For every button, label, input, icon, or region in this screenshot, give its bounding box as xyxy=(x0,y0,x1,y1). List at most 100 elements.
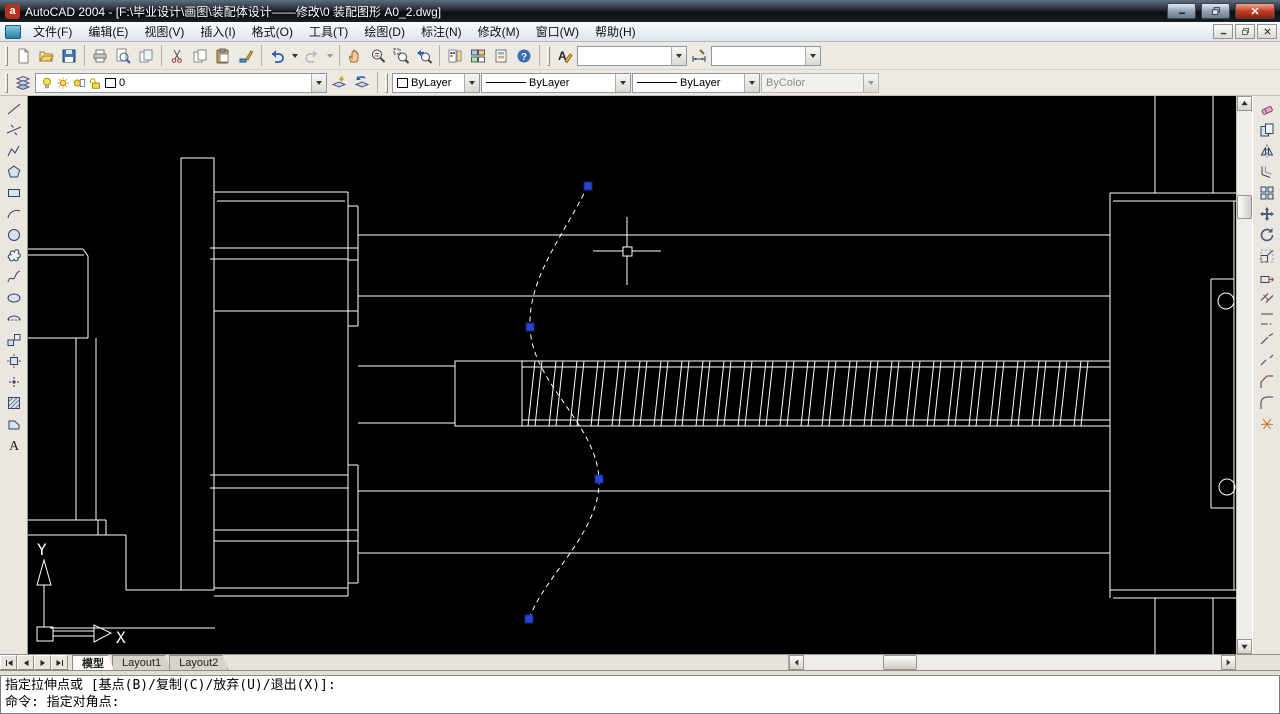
line-button[interactable] xyxy=(2,98,25,119)
tab-Layout2[interactable]: Layout2 xyxy=(169,655,228,670)
copy-button[interactable] xyxy=(189,45,211,67)
tab-nav-next-button[interactable] xyxy=(34,655,51,670)
vertical-scrollbar[interactable] xyxy=(1236,96,1252,654)
move-button[interactable] xyxy=(1255,203,1278,224)
scroll-right-button[interactable] xyxy=(1221,655,1236,670)
menu-item-9[interactable]: 窗口(W) xyxy=(528,21,587,42)
menu-item-6[interactable]: 绘图(D) xyxy=(356,21,413,42)
menu-item-0[interactable]: 文件(F) xyxy=(25,21,80,42)
dim-style-button[interactable] xyxy=(688,45,710,67)
doc-close-button[interactable] xyxy=(1257,24,1277,39)
array-button[interactable] xyxy=(1255,182,1278,203)
dim-style-dropdown-button[interactable] xyxy=(805,46,820,65)
properties-toolbar-handle[interactable] xyxy=(385,72,388,93)
circle-button[interactable] xyxy=(2,224,25,245)
bulb-icon[interactable] xyxy=(40,76,54,90)
scale-button[interactable] xyxy=(1255,245,1278,266)
trim-button[interactable] xyxy=(1255,287,1278,308)
zoom-realtime-button[interactable] xyxy=(367,45,389,67)
text-style-dropdown[interactable] xyxy=(577,45,687,66)
make-object-layer-current-button[interactable] xyxy=(328,72,350,94)
text-style-dropdown-button[interactable] xyxy=(671,46,686,65)
doc-minimize-button[interactable] xyxy=(1213,24,1233,39)
dim-style-dropdown[interactable] xyxy=(711,45,821,66)
layers-button[interactable] xyxy=(12,72,34,94)
help-button[interactable]: ? xyxy=(513,45,535,67)
vp-freeze-icon[interactable] xyxy=(72,76,86,90)
color-dropdown-button[interactable] xyxy=(464,73,479,92)
unlock-icon[interactable] xyxy=(88,76,102,90)
command-window[interactable]: 指定拉伸点或 [基点(B)/复制(C)/放弃(U)/退出(X)]: 命令: 指定… xyxy=(0,676,1280,714)
pan-button[interactable] xyxy=(344,45,366,67)
stretch-button[interactable] xyxy=(1255,266,1278,287)
paste-button[interactable] xyxy=(212,45,234,67)
drawing-canvas[interactable]: YX xyxy=(28,96,1236,654)
extend-button[interactable] xyxy=(1255,308,1278,329)
layer-dropdown-button[interactable] xyxy=(311,73,326,92)
menu-item-1[interactable]: 编辑(E) xyxy=(80,21,136,42)
rotate-button[interactable] xyxy=(1255,224,1278,245)
rectangle-button[interactable] xyxy=(2,182,25,203)
menu-item-3[interactable]: 插入(I) xyxy=(192,21,243,42)
hatch-button[interactable] xyxy=(2,392,25,413)
lineweight-dropdown[interactable]: ByLayer xyxy=(632,72,760,93)
save-button[interactable] xyxy=(58,45,80,67)
fillet-button[interactable] xyxy=(1255,392,1278,413)
menu-item-5[interactable]: 工具(T) xyxy=(301,21,356,42)
grip[interactable] xyxy=(594,474,604,484)
tab-nav-first-button[interactable] xyxy=(0,655,17,670)
horizontal-scroll-thumb[interactable] xyxy=(883,655,917,670)
tab-nav-last-button[interactable] xyxy=(51,655,68,670)
point-button[interactable] xyxy=(2,371,25,392)
menu-item-7[interactable]: 标注(N) xyxy=(413,21,470,42)
offset-button[interactable] xyxy=(1255,161,1278,182)
new-file-button[interactable] xyxy=(12,45,34,67)
doc-restore-button[interactable] xyxy=(1235,24,1255,39)
linetype-dropdown-button[interactable] xyxy=(615,73,630,92)
scroll-left-button[interactable] xyxy=(789,655,804,670)
spline-button[interactable] xyxy=(2,266,25,287)
menu-item-10[interactable]: 帮助(H) xyxy=(587,21,644,42)
layer-dropdown[interactable]: 0 xyxy=(35,72,327,93)
linetype-dropdown[interactable]: ByLayer xyxy=(481,72,631,93)
minimize-button[interactable] xyxy=(1167,3,1196,19)
insert-block-button[interactable] xyxy=(2,329,25,350)
break-button[interactable] xyxy=(1255,350,1278,371)
cut-button[interactable] xyxy=(166,45,188,67)
grip[interactable] xyxy=(524,614,534,624)
zoom-previous-button[interactable] xyxy=(413,45,435,67)
multiline-text-button[interactable]: A xyxy=(2,434,25,455)
region-button[interactable] xyxy=(2,413,25,434)
tab-Layout1[interactable]: Layout1 xyxy=(112,655,171,670)
revision-cloud-button[interactable] xyxy=(2,245,25,266)
zoom-window-button[interactable] xyxy=(390,45,412,67)
text-style-button[interactable]: A xyxy=(554,45,576,67)
copy-object-button[interactable] xyxy=(1255,119,1278,140)
close-button[interactable] xyxy=(1235,3,1275,19)
redo-dropdown-button[interactable] xyxy=(324,45,335,67)
undo-dropdown-button[interactable] xyxy=(289,45,300,67)
color-dropdown[interactable]: ByLayer xyxy=(392,72,480,93)
redo-button[interactable] xyxy=(301,45,323,67)
polyline-button[interactable] xyxy=(2,140,25,161)
arc-button[interactable] xyxy=(2,203,25,224)
undo-button[interactable] xyxy=(266,45,288,67)
menu-item-4[interactable]: 格式(O) xyxy=(244,21,301,42)
tool-palettes-button[interactable] xyxy=(490,45,512,67)
match-properties-button[interactable] xyxy=(235,45,257,67)
restore-button[interactable] xyxy=(1201,3,1230,19)
properties-palette-button[interactable] xyxy=(444,45,466,67)
horizontal-scrollbar[interactable] xyxy=(788,655,1236,670)
ellipse-button[interactable] xyxy=(2,287,25,308)
plot-button[interactable] xyxy=(89,45,111,67)
sun-icon[interactable] xyxy=(56,76,70,90)
publish-button[interactable] xyxy=(135,45,157,67)
menu-item-8[interactable]: 修改(M) xyxy=(470,21,528,42)
layer-previous-button[interactable] xyxy=(351,72,373,94)
erase-button[interactable] xyxy=(1255,98,1278,119)
open-button[interactable] xyxy=(35,45,57,67)
polygon-button[interactable] xyxy=(2,161,25,182)
styles-toolbar-handle[interactable] xyxy=(547,45,550,66)
mirror-button[interactable] xyxy=(1255,140,1278,161)
tab-nav-prev-button[interactable] xyxy=(17,655,34,670)
